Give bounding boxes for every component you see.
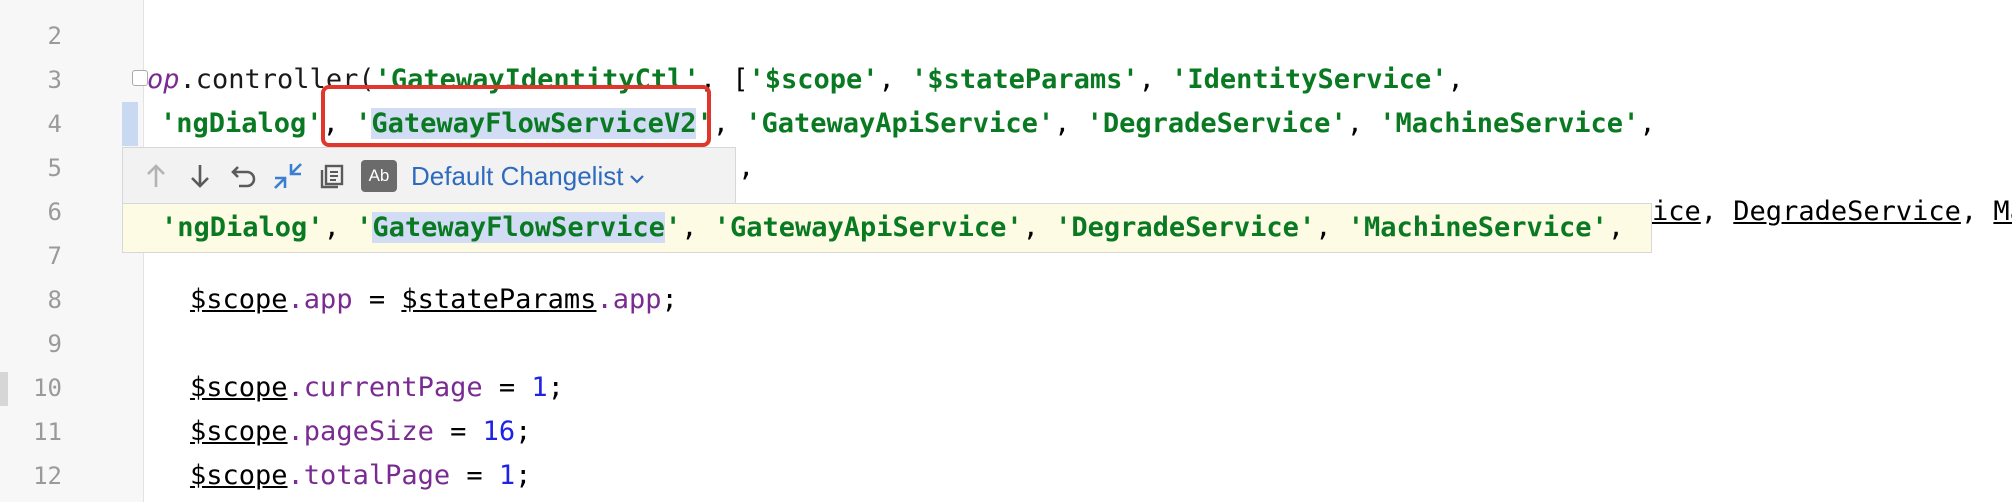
diff-popup-toolbar: Ab Default Changelist [122, 147, 736, 204]
code-line-11[interactable]: $scope.pageSize = 16; [190, 410, 531, 454]
copy-icon[interactable] [311, 155, 353, 197]
line-number: 2 [47, 22, 62, 50]
code-line-8[interactable]: $scope.app = $stateParams.app; [190, 278, 678, 322]
line-number: 11 [33, 418, 62, 446]
changelist-dropdown[interactable]: Default Changelist [411, 161, 645, 192]
fold-marker-icon[interactable] [132, 70, 148, 86]
rollback-icon[interactable] [223, 155, 265, 197]
old-code-line[interactable]: 'ngDialog', 'GatewayFlowService', 'Gatew… [161, 204, 1624, 252]
line-number: 12 [33, 462, 62, 490]
changed-line-marker[interactable] [122, 102, 138, 146]
line-number: 6 [47, 198, 62, 226]
line-number: 9 [47, 330, 62, 358]
code-line-10[interactable]: $scope.currentPage = 1; [190, 366, 564, 410]
line-number: 7 [47, 242, 62, 270]
compare-icon[interactable] [267, 155, 309, 197]
line-number: 10 [33, 374, 62, 402]
code-line-6[interactable]: ice, DegradeService, Ma [1652, 190, 2012, 234]
diff-popup-old-content: 'ngDialog', 'GatewayFlowService', 'Gatew… [122, 203, 1652, 253]
ab-icon[interactable]: Ab [361, 160, 397, 192]
line-number: 4 [47, 110, 62, 138]
line-number: 5 [47, 154, 62, 182]
arrow-up-icon[interactable] [135, 155, 177, 197]
line-number: 3 [47, 66, 62, 94]
chevron-down-icon [629, 161, 645, 192]
code-line-12[interactable]: $scope.totalPage = 1; [190, 454, 531, 498]
code-line-5[interactable]: , [738, 146, 754, 190]
annotation-highlight-box [321, 85, 711, 147]
arrow-down-icon[interactable] [179, 155, 221, 197]
changelist-label: Default Changelist [411, 160, 624, 191]
line-number: 8 [47, 286, 62, 314]
